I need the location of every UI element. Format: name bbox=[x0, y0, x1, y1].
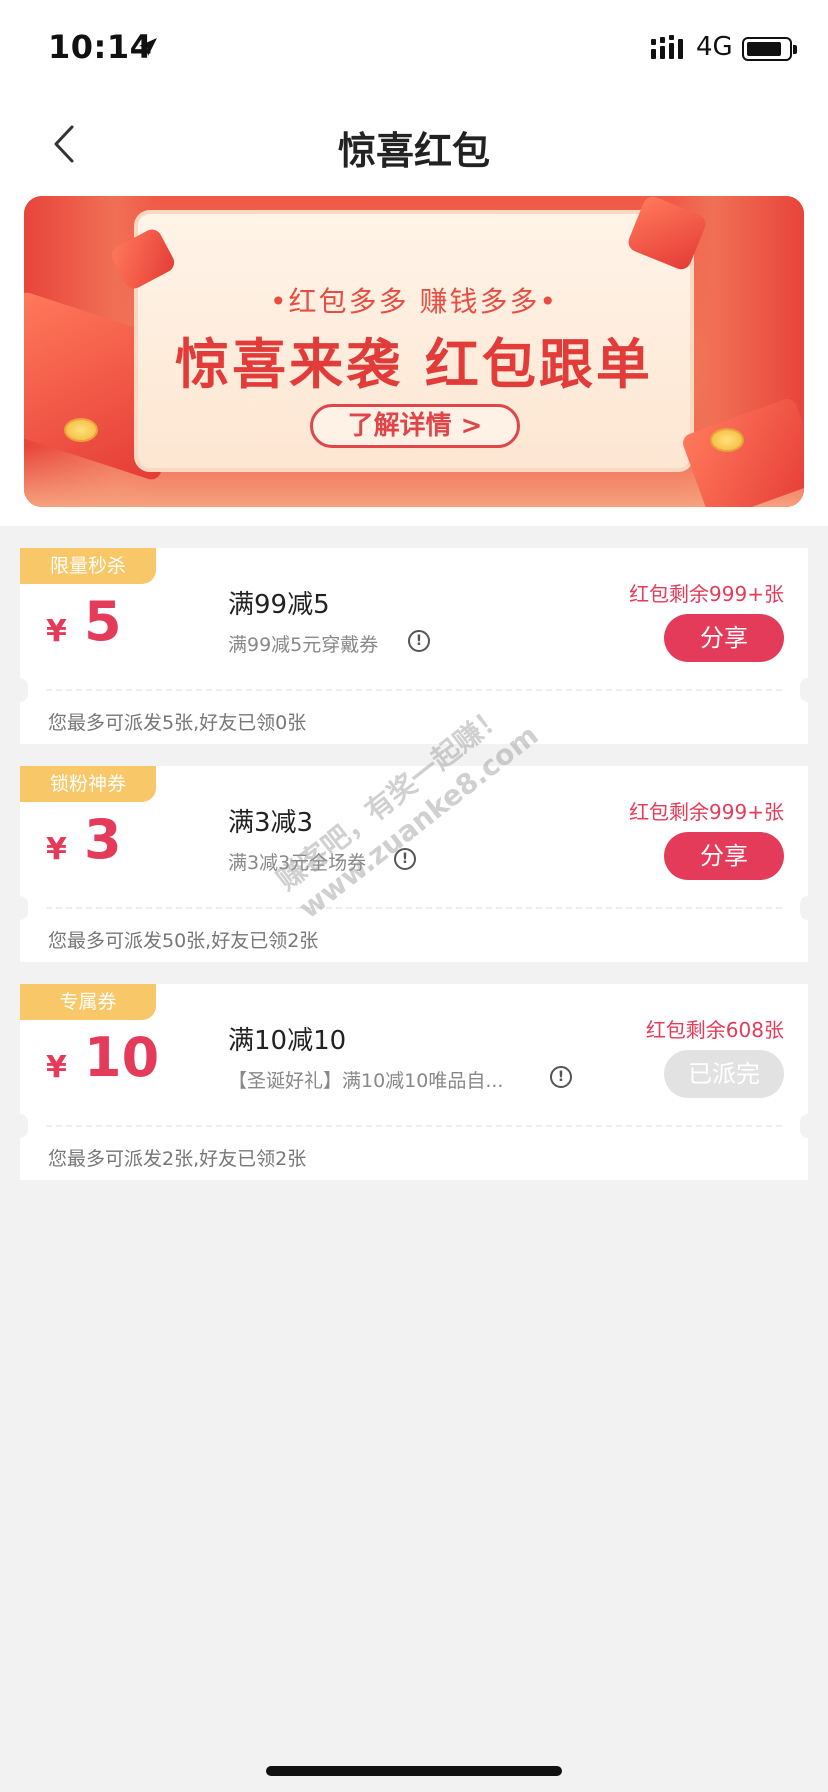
currency-symbol: ¥ bbox=[46, 832, 67, 867]
card-notch bbox=[12, 896, 28, 920]
card-notch bbox=[800, 1114, 816, 1138]
coupon-title: 满3减3 bbox=[228, 808, 314, 838]
home-indicator[interactable] bbox=[266, 1766, 562, 1776]
nav-bar: 惊喜红包 bbox=[0, 100, 828, 192]
divider bbox=[46, 1125, 782, 1127]
currency-symbol: ¥ bbox=[46, 1050, 67, 1085]
coupon-tag: 锁粉神券 bbox=[20, 766, 156, 802]
card-notch bbox=[800, 896, 816, 920]
coupon-title: 满10减10 bbox=[228, 1026, 347, 1056]
coupon-remaining: 红包剩余608张 bbox=[645, 1018, 784, 1042]
coupon-amount: 10 bbox=[84, 1026, 160, 1089]
coupon-title: 满99减5 bbox=[228, 590, 330, 620]
coupon-footer: 您最多可派发5张,好友已领0张 bbox=[48, 712, 307, 734]
banner-subtitle: •红包多多 赚钱多多• bbox=[270, 285, 558, 318]
coupon-desc: 满99减5元穿戴券 bbox=[228, 634, 379, 656]
promo-banner[interactable]: •红包多多 赚钱多多• 惊喜来袭 红包跟单 了解详情 > bbox=[24, 196, 804, 507]
coupon-card: 专属券 ¥ 10 满10减10 【圣诞好礼】满10减10唯品自... ! 红包剩… bbox=[12, 984, 816, 1180]
coupon-card: 限量秒杀 ¥ 5 满99减5 满99减5元穿戴券 ! 红包剩余999+张 分享 … bbox=[12, 548, 816, 744]
status-bar: 10:14 4G bbox=[0, 0, 828, 100]
info-icon[interactable]: ! bbox=[408, 630, 430, 652]
battery-icon bbox=[742, 37, 797, 61]
learn-more-button[interactable]: 了解详情 > bbox=[310, 404, 520, 448]
divider bbox=[46, 689, 782, 691]
distributed-out-button[interactable]: 已派完 bbox=[664, 1050, 784, 1098]
coupon-footer: 您最多可派发50张,好友已领2张 bbox=[48, 930, 319, 952]
header-area: 10:14 4G 惊喜红包 •红包多多 赚钱多多• 惊喜来袭 红包跟单 了解详情… bbox=[0, 0, 828, 526]
share-button[interactable]: 分享 bbox=[664, 614, 784, 662]
divider bbox=[46, 907, 782, 909]
coupon-remaining: 红包剩余999+张 bbox=[629, 582, 784, 606]
coin-icon bbox=[64, 418, 98, 442]
coupon-remaining: 红包剩余999+张 bbox=[629, 800, 784, 824]
card-notch bbox=[800, 678, 816, 702]
signal-icon bbox=[651, 35, 683, 59]
location-arrow-icon bbox=[139, 38, 157, 56]
card-notch bbox=[12, 1114, 28, 1138]
coupon-desc: 【圣诞好礼】满10减10唯品自... bbox=[228, 1070, 504, 1092]
page-title: 惊喜红包 bbox=[337, 129, 490, 173]
coupon-amount: 3 bbox=[84, 808, 122, 871]
currency-symbol: ¥ bbox=[46, 614, 67, 649]
card-notch bbox=[12, 678, 28, 702]
coupon-tag: 专属券 bbox=[20, 984, 156, 1020]
coupon-tag: 限量秒杀 bbox=[20, 548, 156, 584]
info-icon[interactable]: ! bbox=[550, 1066, 572, 1088]
network-type: 4G bbox=[696, 32, 733, 62]
coupon-amount: 5 bbox=[84, 590, 122, 653]
banner-headline: 惊喜来袭 红包跟单 bbox=[175, 333, 653, 396]
coupon-footer: 您最多可派发2张,好友已领2张 bbox=[48, 1148, 307, 1170]
coin-icon bbox=[710, 428, 744, 452]
share-button[interactable]: 分享 bbox=[664, 832, 784, 880]
